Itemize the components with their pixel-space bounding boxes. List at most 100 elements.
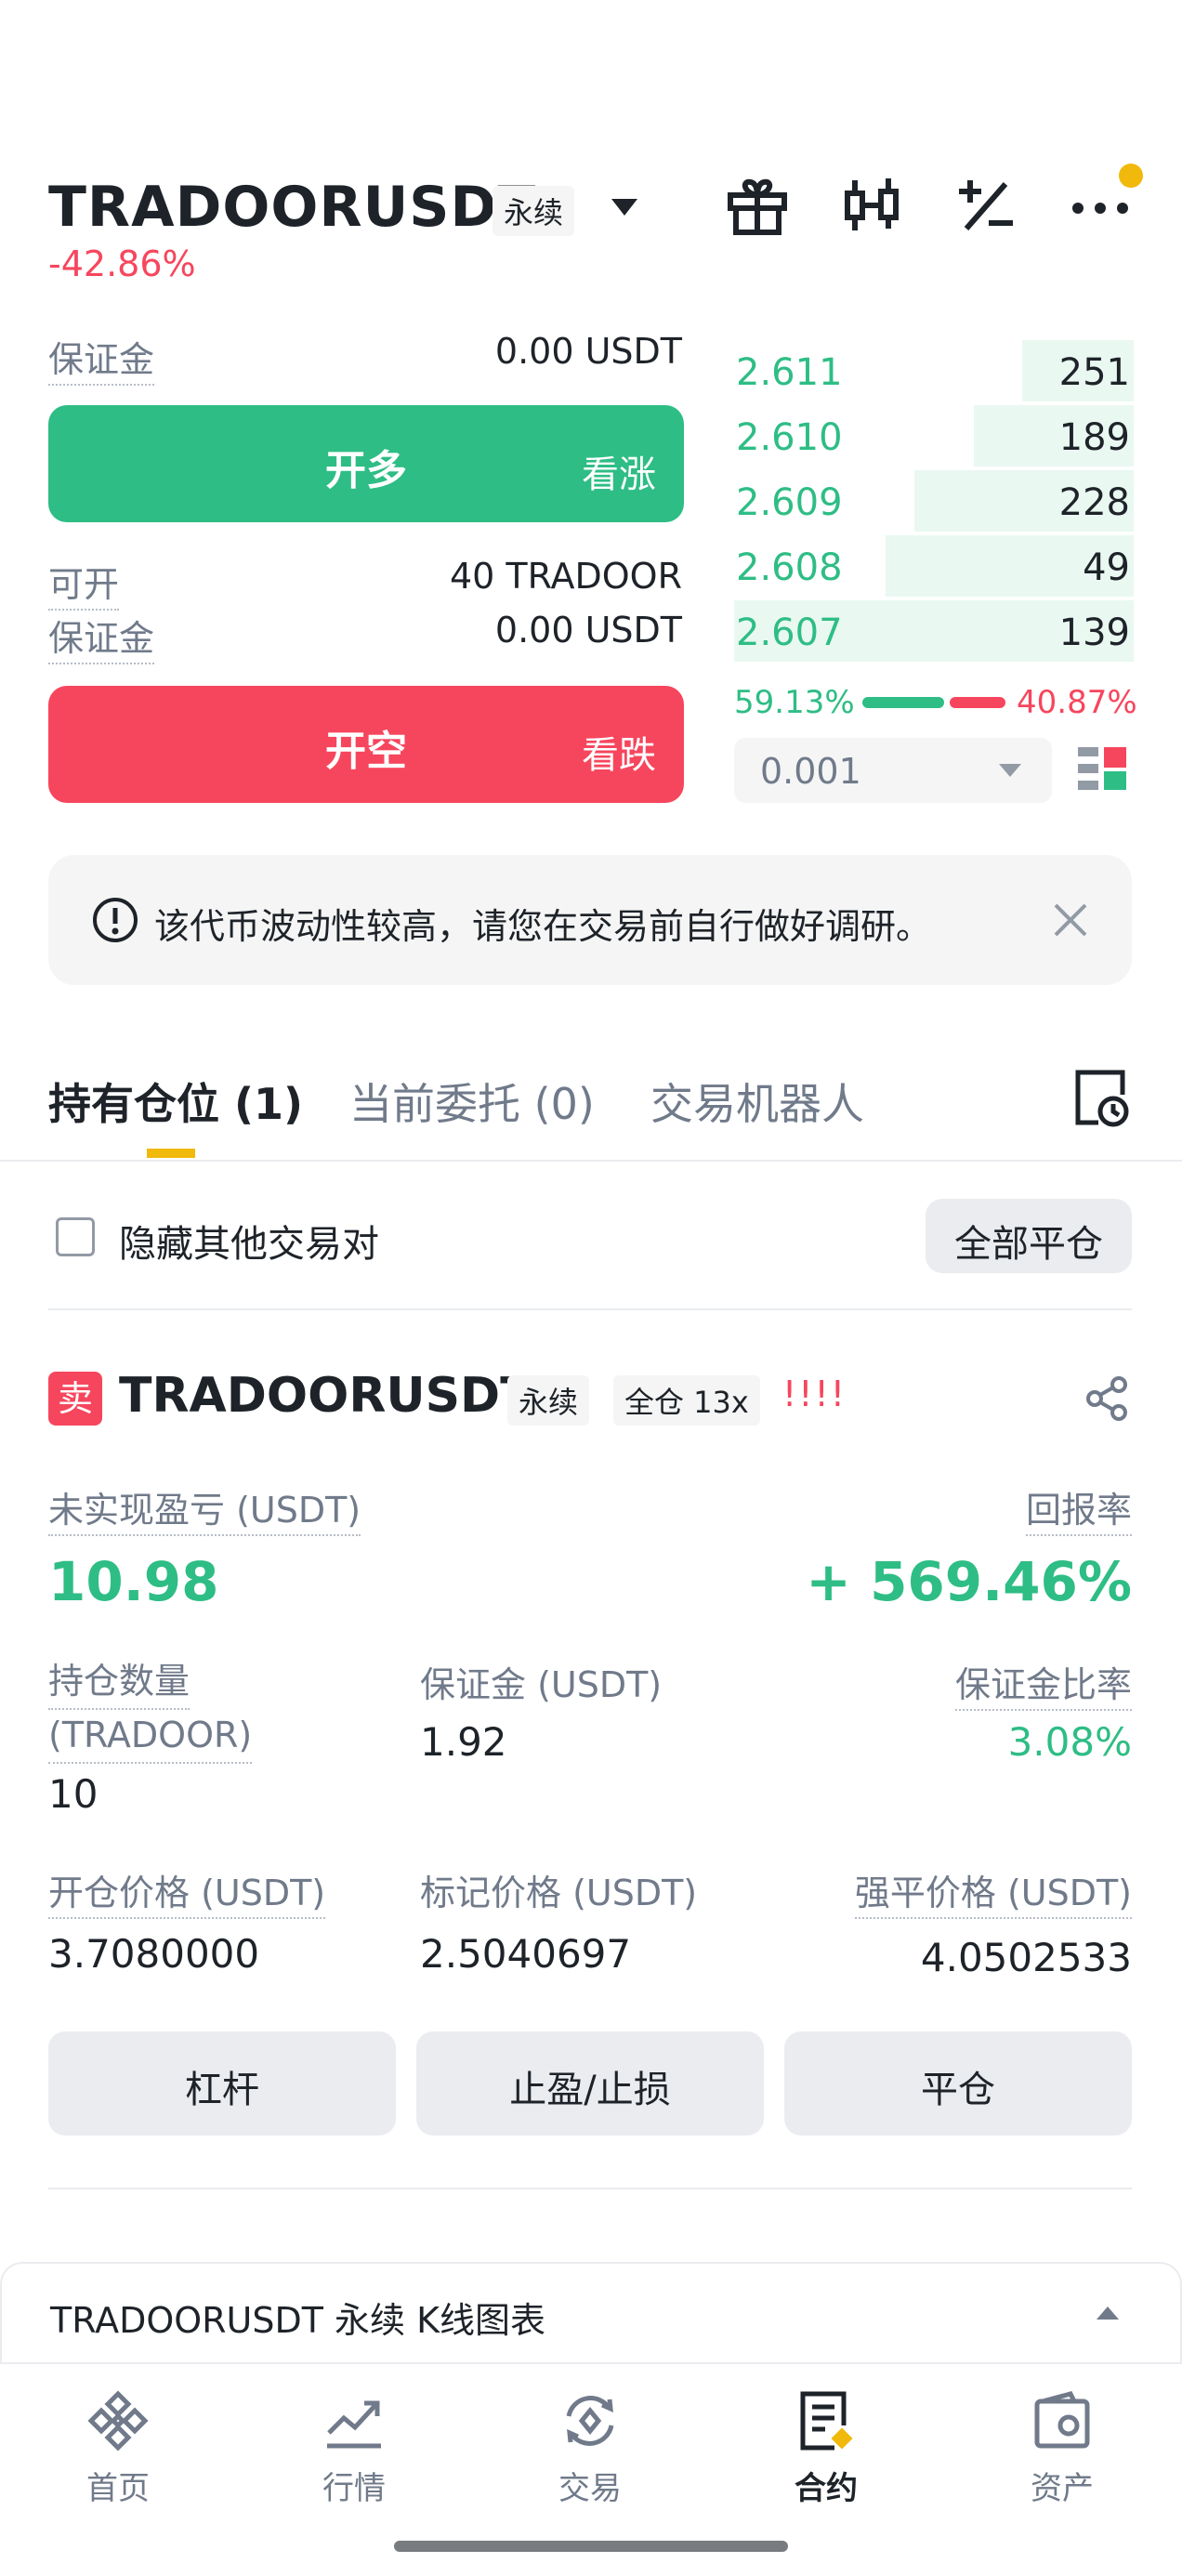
book-layout-icon[interactable]	[1076, 743, 1128, 799]
roe-value: + 569.46%	[806, 1550, 1132, 1613]
kline-chart-bar[interactable]: TRADOORUSDT 永续 K线图表	[0, 2262, 1182, 2364]
hide-others-label: 隐藏其他交易对	[119, 1223, 379, 1266]
order-book: 2.611 251 2.610 189 2.609 228 2.608 49 2…	[734, 340, 1134, 665]
nav-label: 行情	[322, 2470, 386, 2507]
long-margin-label: 保证金	[48, 331, 155, 386]
order-book-row[interactable]: 2.608 49	[734, 535, 1134, 597]
close-all-button[interactable]: 全部平仓	[926, 1199, 1132, 1273]
position-margin-value: 1.92	[420, 1719, 507, 1765]
info-icon	[91, 896, 139, 948]
bid-qty: 251	[1058, 351, 1130, 394]
buy-ratio: 59.13%	[734, 684, 855, 721]
pair-symbol[interactable]: TRADOORUSDT	[48, 175, 536, 240]
markets-icon	[322, 2388, 387, 2453]
trade-icon	[558, 2388, 623, 2453]
kline-label: TRADOORUSDT 永续 K线图表	[50, 2300, 546, 2341]
order-book-row[interactable]: 2.609 228	[734, 470, 1134, 532]
open-long-button[interactable]: 开多 看涨	[48, 405, 684, 522]
order-book-row[interactable]: 2.607 139	[734, 600, 1134, 662]
margin-ratio-label: 保证金比率	[954, 1656, 1132, 1711]
liq-price-label: 强平价格 (USDT)	[854, 1864, 1132, 1919]
liq-price-value: 4.0502533	[920, 1935, 1132, 1980]
nav-trade[interactable]: 交易	[520, 2388, 660, 2508]
ratio-bar-sell	[950, 697, 1005, 708]
nav-label: 资产	[1031, 2470, 1094, 2507]
margin-mode-tag: 全仓 13x	[613, 1375, 760, 1426]
nav-label: 交易	[558, 2470, 622, 2507]
sell-ratio: 40.87%	[1017, 684, 1137, 721]
bid-qty: 49	[1083, 546, 1130, 589]
share-icon[interactable]	[1084, 1375, 1130, 1426]
order-book-row[interactable]: 2.611 251	[734, 340, 1134, 401]
home-icon	[85, 2388, 151, 2453]
close-position-button[interactable]: 平仓	[784, 2031, 1132, 2136]
open-short-button[interactable]: 开空 看跌	[48, 686, 684, 803]
tp-sl-button[interactable]: 止盈/止损	[416, 2031, 764, 2136]
nav-assets[interactable]: 资产	[992, 2388, 1132, 2508]
notification-dot	[1119, 164, 1143, 188]
hide-others-checkbox[interactable]	[56, 1217, 95, 1256]
nav-label: 合约	[795, 2470, 858, 2507]
unrealized-pnl-label: 未实现盈亏 (USDT)	[48, 1481, 361, 1536]
wallet-icon	[1030, 2388, 1095, 2453]
bid-price: 2.607	[736, 611, 843, 654]
caret-down-icon[interactable]	[606, 191, 643, 227]
nav-futures[interactable]: 合约	[756, 2388, 896, 2508]
gift-icon[interactable]	[725, 173, 790, 238]
position-symbol[interactable]: TRADOORUSDT	[119, 1368, 533, 1424]
candlestick-icon[interactable]	[840, 173, 905, 238]
size-value: 10	[48, 1771, 98, 1817]
ratio-bar-buy	[862, 697, 944, 708]
active-tab-indicator	[147, 1149, 195, 1158]
position-contract-tag: 永续	[507, 1375, 590, 1426]
bid-qty: 189	[1058, 416, 1130, 459]
short-margin-label: 保证金	[48, 610, 155, 664]
precision-value: 0.001	[760, 751, 861, 792]
entry-price-value: 3.7080000	[48, 1931, 260, 1977]
tab-divider	[0, 1160, 1182, 1162]
open-short-sub: 看跌	[582, 734, 656, 777]
position-margin-label: 保证金 (USDT)	[420, 1664, 663, 1705]
divider	[48, 2188, 1132, 2189]
ratio-bar	[862, 697, 1005, 708]
order-book-row[interactable]: 2.610 189	[734, 405, 1134, 467]
bid-price: 2.609	[736, 481, 843, 524]
available-label: 可开	[48, 556, 120, 611]
mark-price-label: 标记价格 (USDT)	[420, 1873, 698, 1913]
nav-markets[interactable]: 行情	[284, 2388, 424, 2508]
caret-down-icon	[996, 760, 1024, 784]
leverage-button[interactable]: 杠杆	[48, 2031, 396, 2136]
available-value: 40 TRADOOR	[450, 556, 682, 597]
close-icon[interactable]	[1050, 900, 1091, 944]
size-label: 持仓数量	[48, 1656, 190, 1710]
tab-trading-bots[interactable]: 交易机器人	[650, 1071, 864, 1132]
margin-ratio-value: 3.08%	[1007, 1719, 1132, 1765]
precision-select[interactable]: 0.001	[734, 738, 1052, 803]
unrealized-pnl-value: 10.98	[48, 1550, 219, 1613]
bid-price: 2.611	[736, 351, 843, 394]
nav-home[interactable]: 首页	[48, 2388, 188, 2508]
short-margin-value: 0.00 USDT	[494, 610, 682, 651]
bid-qty: 228	[1058, 481, 1130, 524]
plus-minus-icon[interactable]	[953, 173, 1018, 238]
nav-label: 首页	[86, 2470, 150, 2507]
home-indicator	[394, 2541, 788, 2552]
contract-type-tag: 永续	[492, 186, 575, 236]
notice-text: 该代币波动性较高，请您在交易前自行做好调研。	[154, 906, 932, 947]
mark-price-value: 2.5040697	[420, 1931, 632, 1977]
open-long-sub: 看涨	[582, 453, 656, 496]
roe-label: 回报率	[1025, 1481, 1132, 1536]
tab-positions[interactable]: 持有仓位 (1)	[48, 1071, 303, 1132]
size-unit: (TRADOOR)	[48, 1710, 253, 1764]
bid-price: 2.610	[736, 416, 843, 459]
risk-indicator: !!!!	[782, 1373, 847, 1414]
risk-notice: 该代币波动性较高，请您在交易前自行做好调研。	[48, 855, 1132, 985]
entry-price-label: 开仓价格 (USDT)	[48, 1864, 326, 1919]
price-change: -42.86%	[48, 243, 196, 284]
bid-price: 2.608	[736, 546, 843, 589]
size-label-group: 持仓数量 (TRADOOR)	[48, 1656, 253, 1764]
futures-icon	[794, 2388, 859, 2453]
history-icon[interactable]	[1072, 1067, 1130, 1132]
long-margin-value: 0.00 USDT	[494, 331, 682, 372]
tab-open-orders[interactable]: 当前委托 (0)	[349, 1071, 595, 1132]
